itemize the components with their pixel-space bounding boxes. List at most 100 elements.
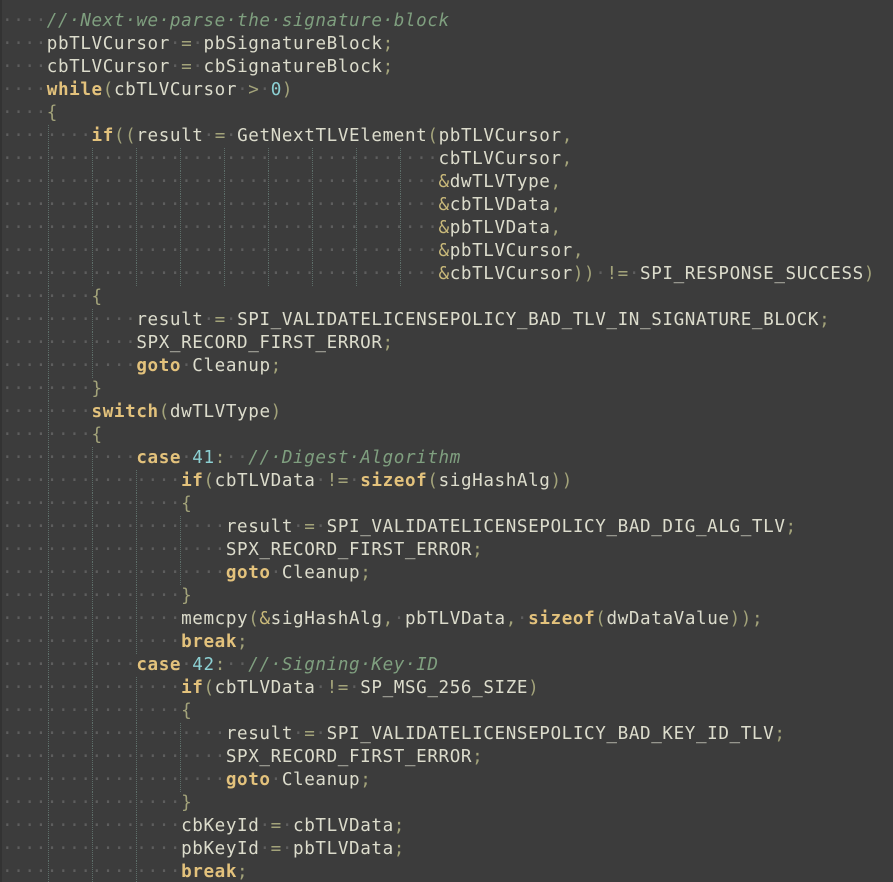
punctuation-token: ( [102,80,114,100]
leading-whitespace: ············ [2,310,137,330]
identifier-token: sigHashAlg [270,609,383,629]
code-line[interactable]: ················{ [2,493,875,516]
punctuation-token: } [181,586,193,606]
operator-token: = [304,724,316,744]
indent-guide [356,217,357,240]
code-line[interactable]: ················cbKeyId·=·cbTLVData; [2,815,875,838]
code-line[interactable]: ····{ [2,102,875,125]
code-line[interactable]: ············goto·Cleanup; [2,355,875,378]
code-line[interactable]: ····cbTLVCursor·=·cbSignatureBlock; [2,56,875,79]
code-line[interactable]: ·······································&… [2,217,875,240]
whitespace-token: · [315,517,327,537]
code-line[interactable]: ············result·=·SPI_VALIDATELICENSE… [2,309,875,332]
punctuation-token: ; [382,57,394,77]
operator-token: = [181,34,193,54]
code-line[interactable]: ·······································&… [2,263,875,286]
indent-guide [48,585,49,608]
code-line[interactable]: ················pbKeyId·=·pbTLVData; [2,838,875,861]
indent-guide [136,792,137,815]
whitespace-token: · [259,816,271,836]
indent-guide [180,217,181,240]
identifier-token: sigHashAlg [438,471,551,491]
punctuation-token: ) [270,402,282,422]
code-line[interactable]: ················break; [2,861,875,882]
punctuation-token: ( [203,678,215,698]
code-line[interactable]: ····················goto·Cleanup; [2,769,875,792]
indent-guide [48,539,49,562]
indent-guide [48,654,49,677]
code-line[interactable]: ················if(cbTLVData·!=·sizeof(s… [2,470,875,493]
identifier-token: SPX_RECORD_FIRST_ERROR [225,540,473,560]
whitespace-token: · [225,126,238,146]
keyword-token: if [181,678,204,698]
punctuation-token: ( [427,126,439,146]
indent-guide [92,562,93,585]
code-line[interactable]: ····················SPX_RECORD_FIRST_ERR… [2,539,875,562]
whitespace-token: · [203,126,215,146]
identifier-token: SP_MSG_256_SIZE [360,678,529,698]
indent-guide [268,148,269,171]
indent-guide [48,700,49,723]
indent-guide [312,148,313,171]
code-line[interactable]: ················memcpy(&sigHashAlg,·pbTL… [2,608,875,631]
code-line[interactable]: ················} [2,585,875,608]
code-line[interactable]: ············SPX_RECORD_FIRST_ERROR; [2,332,875,355]
whitespace-token: · [203,310,215,330]
code-line[interactable]: ·······································&… [2,171,875,194]
whitespace-token: ·· [225,655,249,675]
indent-guide [48,470,49,493]
code-line[interactable]: ····················result·=·SPI_VALIDAT… [2,516,875,539]
punctuation-token: ) [528,678,540,698]
whitespace-token: · [181,448,193,468]
whitespace-token: · [259,80,271,100]
indent-guide [48,769,49,792]
code-line[interactable]: ·······································&… [2,240,875,263]
leading-whitespace: ······································· [2,195,439,215]
leading-whitespace: ········ [2,425,92,445]
operator-token: & [438,264,450,284]
leading-whitespace: ···· [2,80,47,100]
indent-guide [136,585,137,608]
code-line[interactable]: ········{ [2,286,875,309]
leading-whitespace: ······································· [2,264,439,284]
code-line[interactable]: ·······································c… [2,148,875,171]
operator-token: = [270,816,282,836]
indent-guide [136,493,137,516]
indent-guide [180,562,181,585]
indent-guide [356,148,357,171]
operator-token: & [438,195,450,215]
code-line[interactable]: ····················SPX_RECORD_FIRST_ERR… [2,746,875,769]
leading-whitespace: ···· [2,57,47,77]
code-editor[interactable]: ····//·Next·we·parse·the·signature·block… [0,0,893,882]
indent-guide [92,217,93,240]
code-line[interactable]: ····while(cbTLVCursor·>·0) [2,79,875,102]
code-line[interactable]: ····pbTLVCursor·=·pbSignatureBlock; [2,33,875,56]
code-line[interactable]: ················break; [2,631,875,654]
code-line[interactable]: ····················goto·Cleanup; [2,562,875,585]
identifier-token: Cleanup [192,356,271,376]
whitespace-token: ·· [225,448,249,468]
indent-guide [48,723,49,746]
code-line[interactable]: ············case·42:··//·Signing·Key·ID [2,654,875,677]
identifier-token: cbTLVCursor [46,57,170,77]
code-line[interactable]: ················{ [2,700,875,723]
code-line[interactable]: ·······································&… [2,194,875,217]
leading-whitespace: ···················· [2,563,226,583]
code-line[interactable]: ········switch(dwTLVType) [2,401,875,424]
code-line[interactable]: ············case·41:··//·Digest·Algorith… [2,447,875,470]
code-line[interactable]: ········{ [2,424,875,447]
code-line[interactable]: ····················result·=·SPI_VALIDAT… [2,723,875,746]
code-line[interactable]: ········} [2,378,875,401]
punctuation-token: )) [572,264,596,284]
indent-guide [48,838,49,861]
code-line[interactable]: ····//·Next·we·parse·the·signature·block [2,10,875,33]
identifier-token: Cleanup [281,563,361,583]
leading-whitespace: ········ [2,287,92,307]
code-line[interactable]: ················} [2,792,875,815]
code-line[interactable]: ········if((result·=·GetNextTLVElement(p… [2,125,875,148]
indent-guide [92,539,93,562]
code-line[interactable]: ················if(cbTLVData·!=·SP_MSG_2… [2,677,875,700]
indent-guide [136,217,137,240]
punctuation-token: , [561,149,573,169]
identifier-token: pbTLVData [404,609,506,629]
